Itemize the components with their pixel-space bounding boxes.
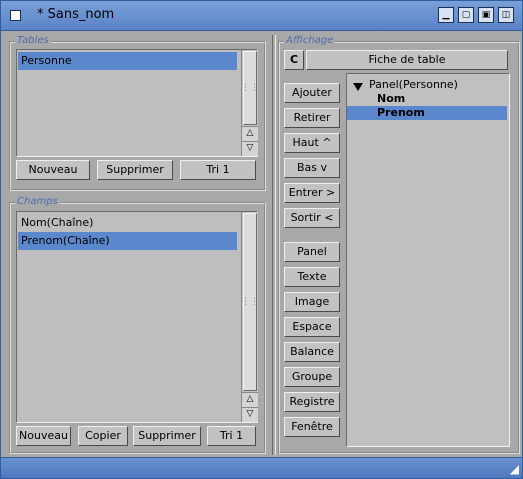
tree-root-label: Panel(Personne) bbox=[369, 78, 458, 91]
scroll-down-icon[interactable]: ▽ bbox=[242, 141, 258, 156]
minimize-icon[interactable]: ▁ bbox=[438, 7, 454, 23]
tree-node-label: Prenom bbox=[377, 106, 425, 119]
table-item-label: Personne bbox=[21, 54, 72, 67]
iconify-icon[interactable]: ◫ bbox=[498, 7, 514, 23]
tables-nouveau-button[interactable]: Nouveau bbox=[16, 160, 90, 180]
tree-node[interactable]: Prenom bbox=[347, 106, 507, 120]
button-label: Groupe bbox=[291, 370, 333, 383]
expand-triangle-icon[interactable] bbox=[353, 83, 363, 91]
tree-node-root[interactable]: Panel(Personne) bbox=[347, 78, 507, 92]
champs-copier-button[interactable]: Copier bbox=[78, 426, 128, 446]
tables-list[interactable]: Personne ⋮⋮ △ ▽ bbox=[16, 49, 259, 157]
haut-button[interactable]: Haut ^ bbox=[284, 133, 340, 153]
button-label: Supprimer bbox=[106, 163, 164, 176]
button-label: Supprimer bbox=[138, 429, 196, 442]
champs-nouveau-button[interactable]: Nouveau bbox=[16, 426, 71, 446]
cycle-gadget-icon[interactable]: C bbox=[284, 50, 304, 70]
button-label: Sortir < bbox=[290, 211, 334, 224]
button-label: Haut ^ bbox=[292, 136, 332, 149]
tables-tri-button[interactable]: Tri 1 bbox=[180, 160, 256, 180]
button-label: Balance bbox=[290, 345, 334, 358]
scroll-thumb[interactable]: ⋮⋮ bbox=[241, 51, 259, 125]
champs-supprimer-button[interactable]: Supprimer bbox=[133, 426, 201, 446]
mode-label: Fiche de table bbox=[368, 53, 446, 66]
tables-group-label: Tables bbox=[15, 35, 51, 46]
scroll-up-icon[interactable]: △ bbox=[242, 392, 258, 407]
sortir-button[interactable]: Sortir < bbox=[284, 208, 340, 228]
affichage-group-label: Affichage bbox=[284, 35, 336, 46]
button-label: Tri 1 bbox=[206, 163, 230, 176]
champs-group-label: Champs bbox=[15, 196, 60, 207]
scroll-thumb[interactable]: ⋮⋮ bbox=[241, 213, 259, 391]
status-bar: ◢ bbox=[1, 457, 522, 478]
title-bar[interactable]: * Sans_nom ▁ ▢ ▣ ◫ bbox=[1, 1, 522, 31]
champs-scrollbar[interactable]: ⋮⋮ △ ▽ bbox=[241, 212, 259, 422]
list-item[interactable]: Nom(Chaîne) bbox=[18, 214, 237, 232]
grip-icon: ⋮⋮ bbox=[241, 297, 259, 307]
button-label: Panel bbox=[297, 245, 327, 258]
button-label: Image bbox=[294, 295, 330, 308]
zoom-icon[interactable]: ▢ bbox=[458, 7, 474, 23]
close-gadget-icon[interactable] bbox=[10, 10, 21, 21]
window-title: * Sans_nom bbox=[37, 7, 115, 22]
depth-icon[interactable]: ▣ bbox=[478, 7, 494, 23]
pane-divider[interactable] bbox=[272, 35, 276, 455]
texte-button[interactable]: Texte bbox=[284, 267, 340, 287]
button-label: Bas v bbox=[296, 161, 328, 174]
field-item-label: Prenom(Chaîne) bbox=[21, 234, 110, 247]
image-button[interactable]: Image bbox=[284, 292, 340, 312]
button-label: Nouveau bbox=[19, 429, 68, 442]
button-label: Copier bbox=[85, 429, 121, 442]
list-item[interactable]: Personne bbox=[18, 52, 237, 70]
button-label: Entrer > bbox=[288, 186, 336, 199]
list-item[interactable]: Prenom(Chaîne) bbox=[18, 232, 237, 250]
button-label: Ajouter bbox=[292, 86, 332, 99]
button-label: Espace bbox=[292, 320, 332, 333]
app-window: * Sans_nom ▁ ▢ ▣ ◫ Tables Personne ⋮⋮ △ … bbox=[0, 0, 523, 479]
champs-list[interactable]: Nom(Chaîne) Prenom(Chaîne) ⋮⋮ △ ▽ bbox=[16, 211, 259, 423]
layout-tree[interactable]: Panel(Personne) Nom Prenom bbox=[346, 73, 510, 447]
field-item-label: Nom(Chaîne) bbox=[21, 216, 94, 229]
mode-cycle-button[interactable]: Fiche de table bbox=[306, 50, 508, 70]
bas-button[interactable]: Bas v bbox=[284, 158, 340, 178]
grip-icon: ⋮⋮ bbox=[241, 83, 259, 93]
fenetre-button[interactable]: Fenêtre bbox=[284, 417, 340, 437]
registre-button[interactable]: Registre bbox=[284, 392, 340, 412]
balance-button[interactable]: Balance bbox=[284, 342, 340, 362]
espace-button[interactable]: Espace bbox=[284, 317, 340, 337]
tables-scrollbar[interactable]: ⋮⋮ △ ▽ bbox=[241, 50, 259, 156]
entrer-button[interactable]: Entrer > bbox=[284, 183, 340, 203]
ajouter-button[interactable]: Ajouter bbox=[284, 83, 340, 103]
champs-tri-button[interactable]: Tri 1 bbox=[207, 426, 256, 446]
button-label: Tri 1 bbox=[219, 429, 244, 442]
scroll-down-icon[interactable]: ▽ bbox=[242, 407, 258, 422]
button-label: Retirer bbox=[293, 111, 331, 124]
button-label: Texte bbox=[297, 270, 327, 283]
panel-button[interactable]: Panel bbox=[284, 242, 340, 262]
button-label: Fenêtre bbox=[291, 420, 333, 433]
button-label: Nouveau bbox=[28, 163, 78, 176]
tree-node[interactable]: Nom bbox=[347, 92, 507, 106]
groupe-button[interactable]: Groupe bbox=[284, 367, 340, 387]
button-label: Registre bbox=[289, 395, 335, 408]
resize-handle-icon[interactable]: ◢ bbox=[510, 462, 519, 476]
tree-node-label: Nom bbox=[377, 92, 406, 105]
scroll-up-icon[interactable]: △ bbox=[242, 126, 258, 141]
tables-supprimer-button[interactable]: Supprimer bbox=[97, 160, 173, 180]
retirer-button[interactable]: Retirer bbox=[284, 108, 340, 128]
